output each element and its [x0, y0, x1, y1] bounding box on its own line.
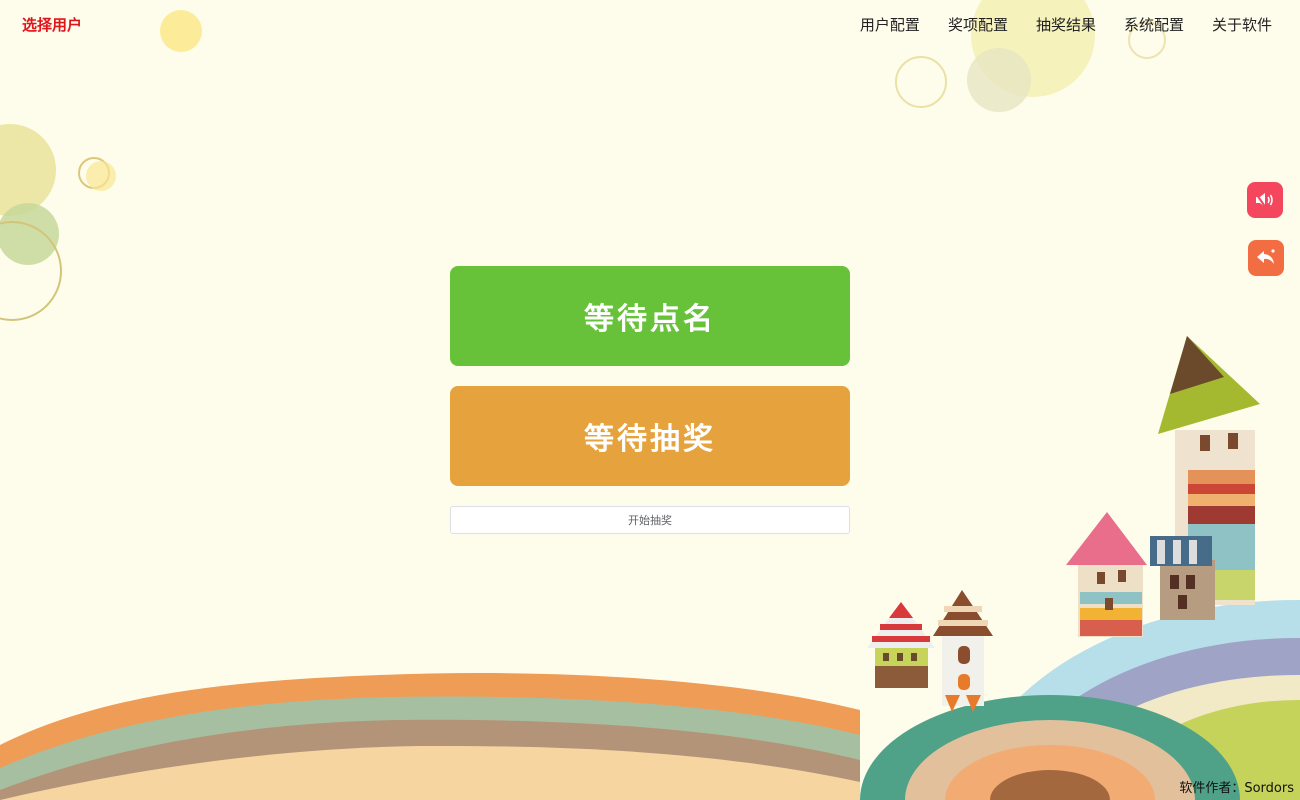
back-button[interactable] — [1248, 240, 1284, 276]
nav-system-config[interactable]: 系统配置 — [1124, 14, 1184, 35]
waiting-lottery-button[interactable]: 等待抽奖 — [450, 386, 850, 486]
start-lottery-button[interactable]: 开始抽奖 — [450, 506, 850, 534]
nav-prize-config[interactable]: 奖项配置 — [948, 14, 1008, 35]
nav-about-software[interactable]: 关于软件 — [1212, 14, 1272, 35]
author-credit: 软件作者：Sordors — [1179, 781, 1294, 796]
nav-user-config[interactable]: 用户配置 — [860, 14, 920, 35]
select-user-button[interactable]: 选择用户 — [22, 14, 82, 35]
top-nav: 用户配置 奖项配置 抽奖结果 系统配置 关于软件 — [860, 14, 1272, 35]
mute-button[interactable] — [1247, 182, 1283, 218]
waiting-rollcall-button[interactable]: 等待点名 — [450, 266, 850, 366]
nav-lottery-results[interactable]: 抽奖结果 — [1036, 14, 1096, 35]
speaker-muted-icon — [1254, 191, 1273, 209]
reply-icon — [1257, 249, 1275, 264]
top-bar: 选择用户 用户配置 奖项配置 抽奖结果 系统配置 关于软件 — [0, 0, 1300, 48]
